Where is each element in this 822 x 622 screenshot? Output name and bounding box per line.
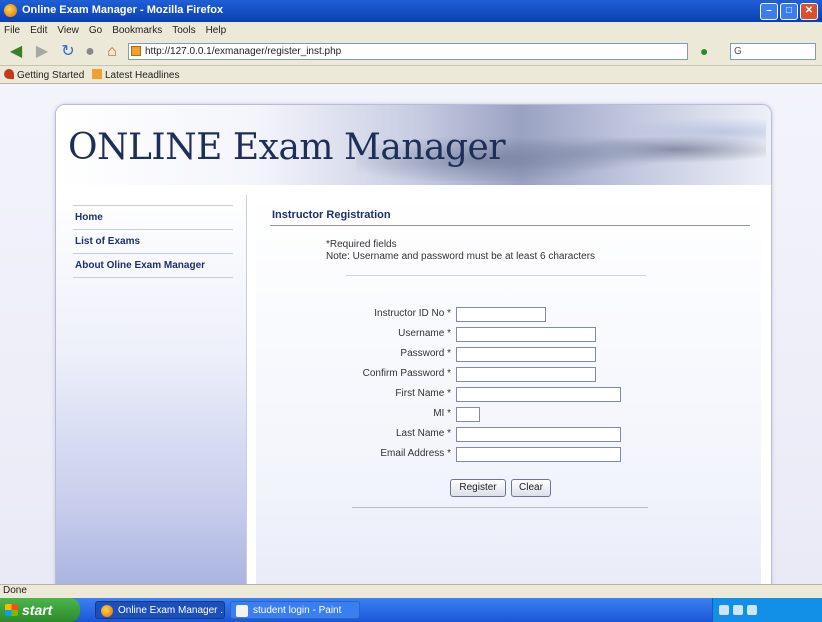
form-buttons: Register Clear bbox=[256, 479, 761, 497]
required-note: *Required fields bbox=[326, 239, 397, 250]
confirm-password-field[interactable] bbox=[456, 367, 596, 382]
logo-online-exam: ONLINE Exam bbox=[68, 127, 334, 168]
header-banner: ONLINE Exam Manager bbox=[56, 105, 771, 185]
sidebar: Home List of Exams About Oline Exam Mana… bbox=[56, 195, 247, 584]
bookmarks-toolbar: Getting Started Latest Headlines bbox=[0, 66, 822, 84]
email-field[interactable] bbox=[456, 447, 621, 462]
section-title: Instructor Registration bbox=[272, 209, 391, 221]
bookmark-getting-started[interactable]: Getting Started bbox=[4, 69, 84, 81]
sidebar-nav: Home List of Exams About Oline Exam Mana… bbox=[73, 205, 233, 278]
divider bbox=[352, 507, 648, 508]
reload-icon[interactable]: ↻ bbox=[58, 42, 78, 62]
address-text: http://127.0.0.1/exmanager/register_inst… bbox=[145, 46, 342, 57]
logo-manager: Manager bbox=[333, 127, 506, 168]
row-confirm-password: Confirm Password * bbox=[256, 367, 761, 383]
middle-initial-field[interactable] bbox=[456, 407, 480, 422]
go-icon[interactable]: ● bbox=[700, 43, 728, 60]
menu-file[interactable]: File bbox=[4, 25, 20, 36]
bookmark-label: Getting Started bbox=[17, 70, 85, 81]
menu-bookmarks[interactable]: Bookmarks bbox=[112, 25, 162, 36]
length-note: Note: Username and password must be at l… bbox=[326, 251, 596, 262]
first-name-field[interactable] bbox=[456, 387, 621, 402]
instructor-id-label: Instructor ID No * bbox=[374, 308, 451, 319]
menu-edit[interactable]: Edit bbox=[30, 25, 47, 36]
divider bbox=[346, 275, 646, 276]
taskbar-item-firefox[interactable]: Online Exam Manager ... bbox=[95, 601, 225, 619]
bookmark-label: Latest Headlines bbox=[105, 70, 180, 81]
task-label: Online Exam Manager ... bbox=[118, 605, 225, 616]
menu-go[interactable]: Go bbox=[89, 25, 102, 36]
email-label: Email Address * bbox=[380, 448, 451, 459]
system-tray bbox=[712, 598, 822, 622]
forward-arrow-icon[interactable]: ▶ bbox=[30, 42, 54, 62]
start-label: start bbox=[22, 602, 53, 618]
last-name-field[interactable] bbox=[456, 427, 621, 442]
row-instructor-id: Instructor ID No * bbox=[256, 307, 761, 323]
first-name-label: First Name * bbox=[395, 388, 451, 399]
register-button[interactable]: Register bbox=[450, 479, 506, 497]
page-icon bbox=[131, 46, 141, 56]
confirm-password-label: Confirm Password * bbox=[362, 368, 451, 379]
password-label: Password * bbox=[400, 348, 451, 359]
minimize-button[interactable]: – bbox=[760, 3, 778, 20]
nav-about[interactable]: About Oline Exam Manager bbox=[73, 254, 233, 278]
task-label: student login - Paint bbox=[253, 605, 342, 616]
clear-button[interactable]: Clear bbox=[511, 479, 551, 497]
row-username: Username * bbox=[256, 327, 761, 343]
address-bar[interactable]: http://127.0.0.1/exmanager/register_inst… bbox=[128, 43, 688, 60]
back-arrow-icon[interactable]: ◀ bbox=[4, 42, 28, 62]
bookmark-latest-headlines[interactable]: Latest Headlines bbox=[92, 69, 180, 81]
taskbar: start Online Exam Manager ... student lo… bbox=[0, 598, 822, 622]
registration-panel: Instructor Registration *Required fields… bbox=[256, 195, 761, 584]
nav-home[interactable]: Home bbox=[73, 205, 233, 230]
row-password: Password * bbox=[256, 347, 761, 363]
windows-logo-icon bbox=[5, 604, 18, 616]
middle-initial-label: MI * bbox=[433, 408, 451, 419]
window-title: Online Exam Manager - Mozilla Firefox bbox=[22, 4, 224, 16]
divider bbox=[270, 225, 750, 226]
site-container: ONLINE Exam Manager Home List of Exams A… bbox=[55, 104, 772, 584]
password-field[interactable] bbox=[456, 347, 596, 362]
username-label: Username * bbox=[398, 328, 451, 339]
menu-tools[interactable]: Tools bbox=[172, 25, 195, 36]
row-email: Email Address * bbox=[256, 447, 761, 463]
menu-view[interactable]: View bbox=[57, 25, 79, 36]
firefox-icon bbox=[4, 4, 17, 17]
instructor-id-field[interactable] bbox=[456, 307, 546, 322]
bookmark-icon bbox=[4, 69, 14, 79]
tray-icon[interactable] bbox=[719, 605, 729, 615]
search-input[interactable]: G bbox=[730, 43, 816, 60]
firefox-icon bbox=[101, 605, 113, 617]
close-button[interactable]: ✕ bbox=[800, 3, 818, 20]
navigation-toolbar: ◀ ▶ ↻ ● ⌂ http://127.0.0.1/exmanager/reg… bbox=[0, 38, 822, 66]
tray-icon[interactable] bbox=[733, 605, 743, 615]
last-name-label: Last Name * bbox=[395, 428, 451, 439]
nav-list-of-exams[interactable]: List of Exams bbox=[73, 230, 233, 254]
stop-icon[interactable]: ● bbox=[80, 42, 100, 62]
start-button[interactable]: start bbox=[0, 598, 80, 622]
tray-icons bbox=[719, 605, 757, 615]
status-bar: Done bbox=[0, 584, 822, 598]
row-last-name: Last Name * bbox=[256, 427, 761, 443]
form-notes: *Required fields Note: Username and pass… bbox=[326, 239, 595, 263]
menu-help[interactable]: Help bbox=[206, 25, 227, 36]
page-content: ONLINE Exam Manager Home List of Exams A… bbox=[0, 84, 822, 584]
paint-icon bbox=[236, 605, 248, 617]
rss-folder-icon bbox=[92, 69, 102, 79]
row-first-name: First Name * bbox=[256, 387, 761, 403]
taskbar-item-paint[interactable]: student login - Paint bbox=[230, 601, 360, 619]
tray-icon[interactable] bbox=[747, 605, 757, 615]
menu-bar: File Edit View Go Bookmarks Tools Help bbox=[0, 22, 822, 38]
username-field[interactable] bbox=[456, 327, 596, 342]
window-title-bar[interactable]: Online Exam Manager - Mozilla Firefox – … bbox=[0, 0, 822, 22]
home-icon[interactable]: ⌂ bbox=[102, 42, 122, 62]
maximize-button[interactable]: □ bbox=[780, 3, 798, 20]
site-logo[interactable]: ONLINE Exam Manager bbox=[68, 127, 506, 168]
window-controls: – □ ✕ bbox=[760, 3, 818, 20]
status-text: Done bbox=[3, 585, 27, 596]
row-middle-initial: MI * bbox=[256, 407, 761, 423]
